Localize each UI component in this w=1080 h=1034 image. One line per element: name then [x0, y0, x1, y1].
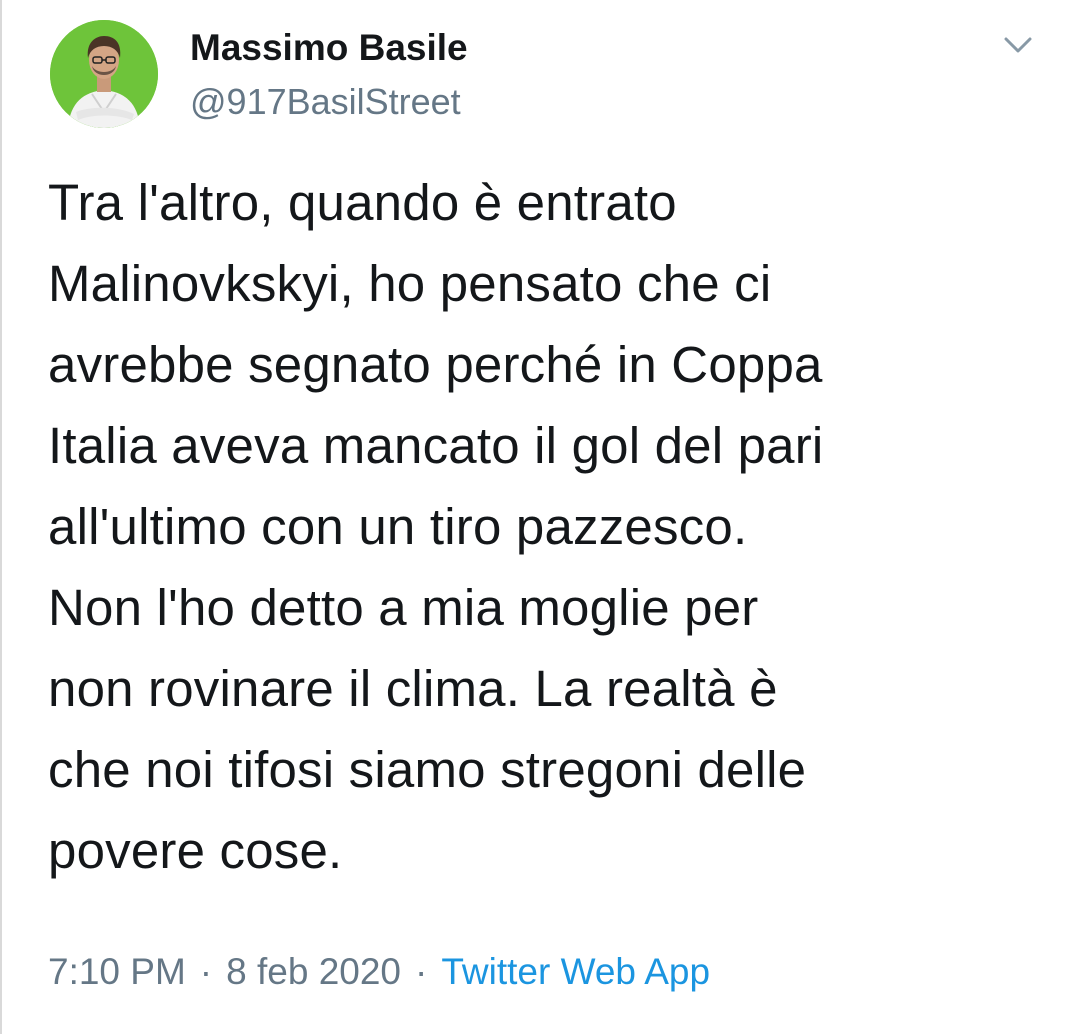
tweet-source-link[interactable]: Twitter Web App: [441, 951, 710, 992]
tweet-meta: 7:10 PM · 8 feb 2020 · Twitter Web App: [48, 948, 710, 996]
tweet-time[interactable]: 7:10 PM: [48, 951, 186, 992]
tweet-date[interactable]: 8 feb 2020: [226, 951, 401, 992]
meta-separator: ·: [415, 951, 428, 992]
tweet-text: Tra l'altro, quando è entrato Malinovksk…: [48, 174, 824, 879]
author-handle[interactable]: @917BasilStreet: [190, 80, 461, 124]
avatar-photo: [50, 20, 158, 128]
avatar[interactable]: [50, 20, 158, 128]
author-display-name[interactable]: Massimo Basile: [190, 26, 468, 70]
chevron-down-icon[interactable]: [998, 30, 1038, 60]
tweet-card: Massimo Basile @917BasilStreet Tra l'alt…: [0, 0, 1080, 1034]
meta-separator: ·: [199, 951, 213, 992]
